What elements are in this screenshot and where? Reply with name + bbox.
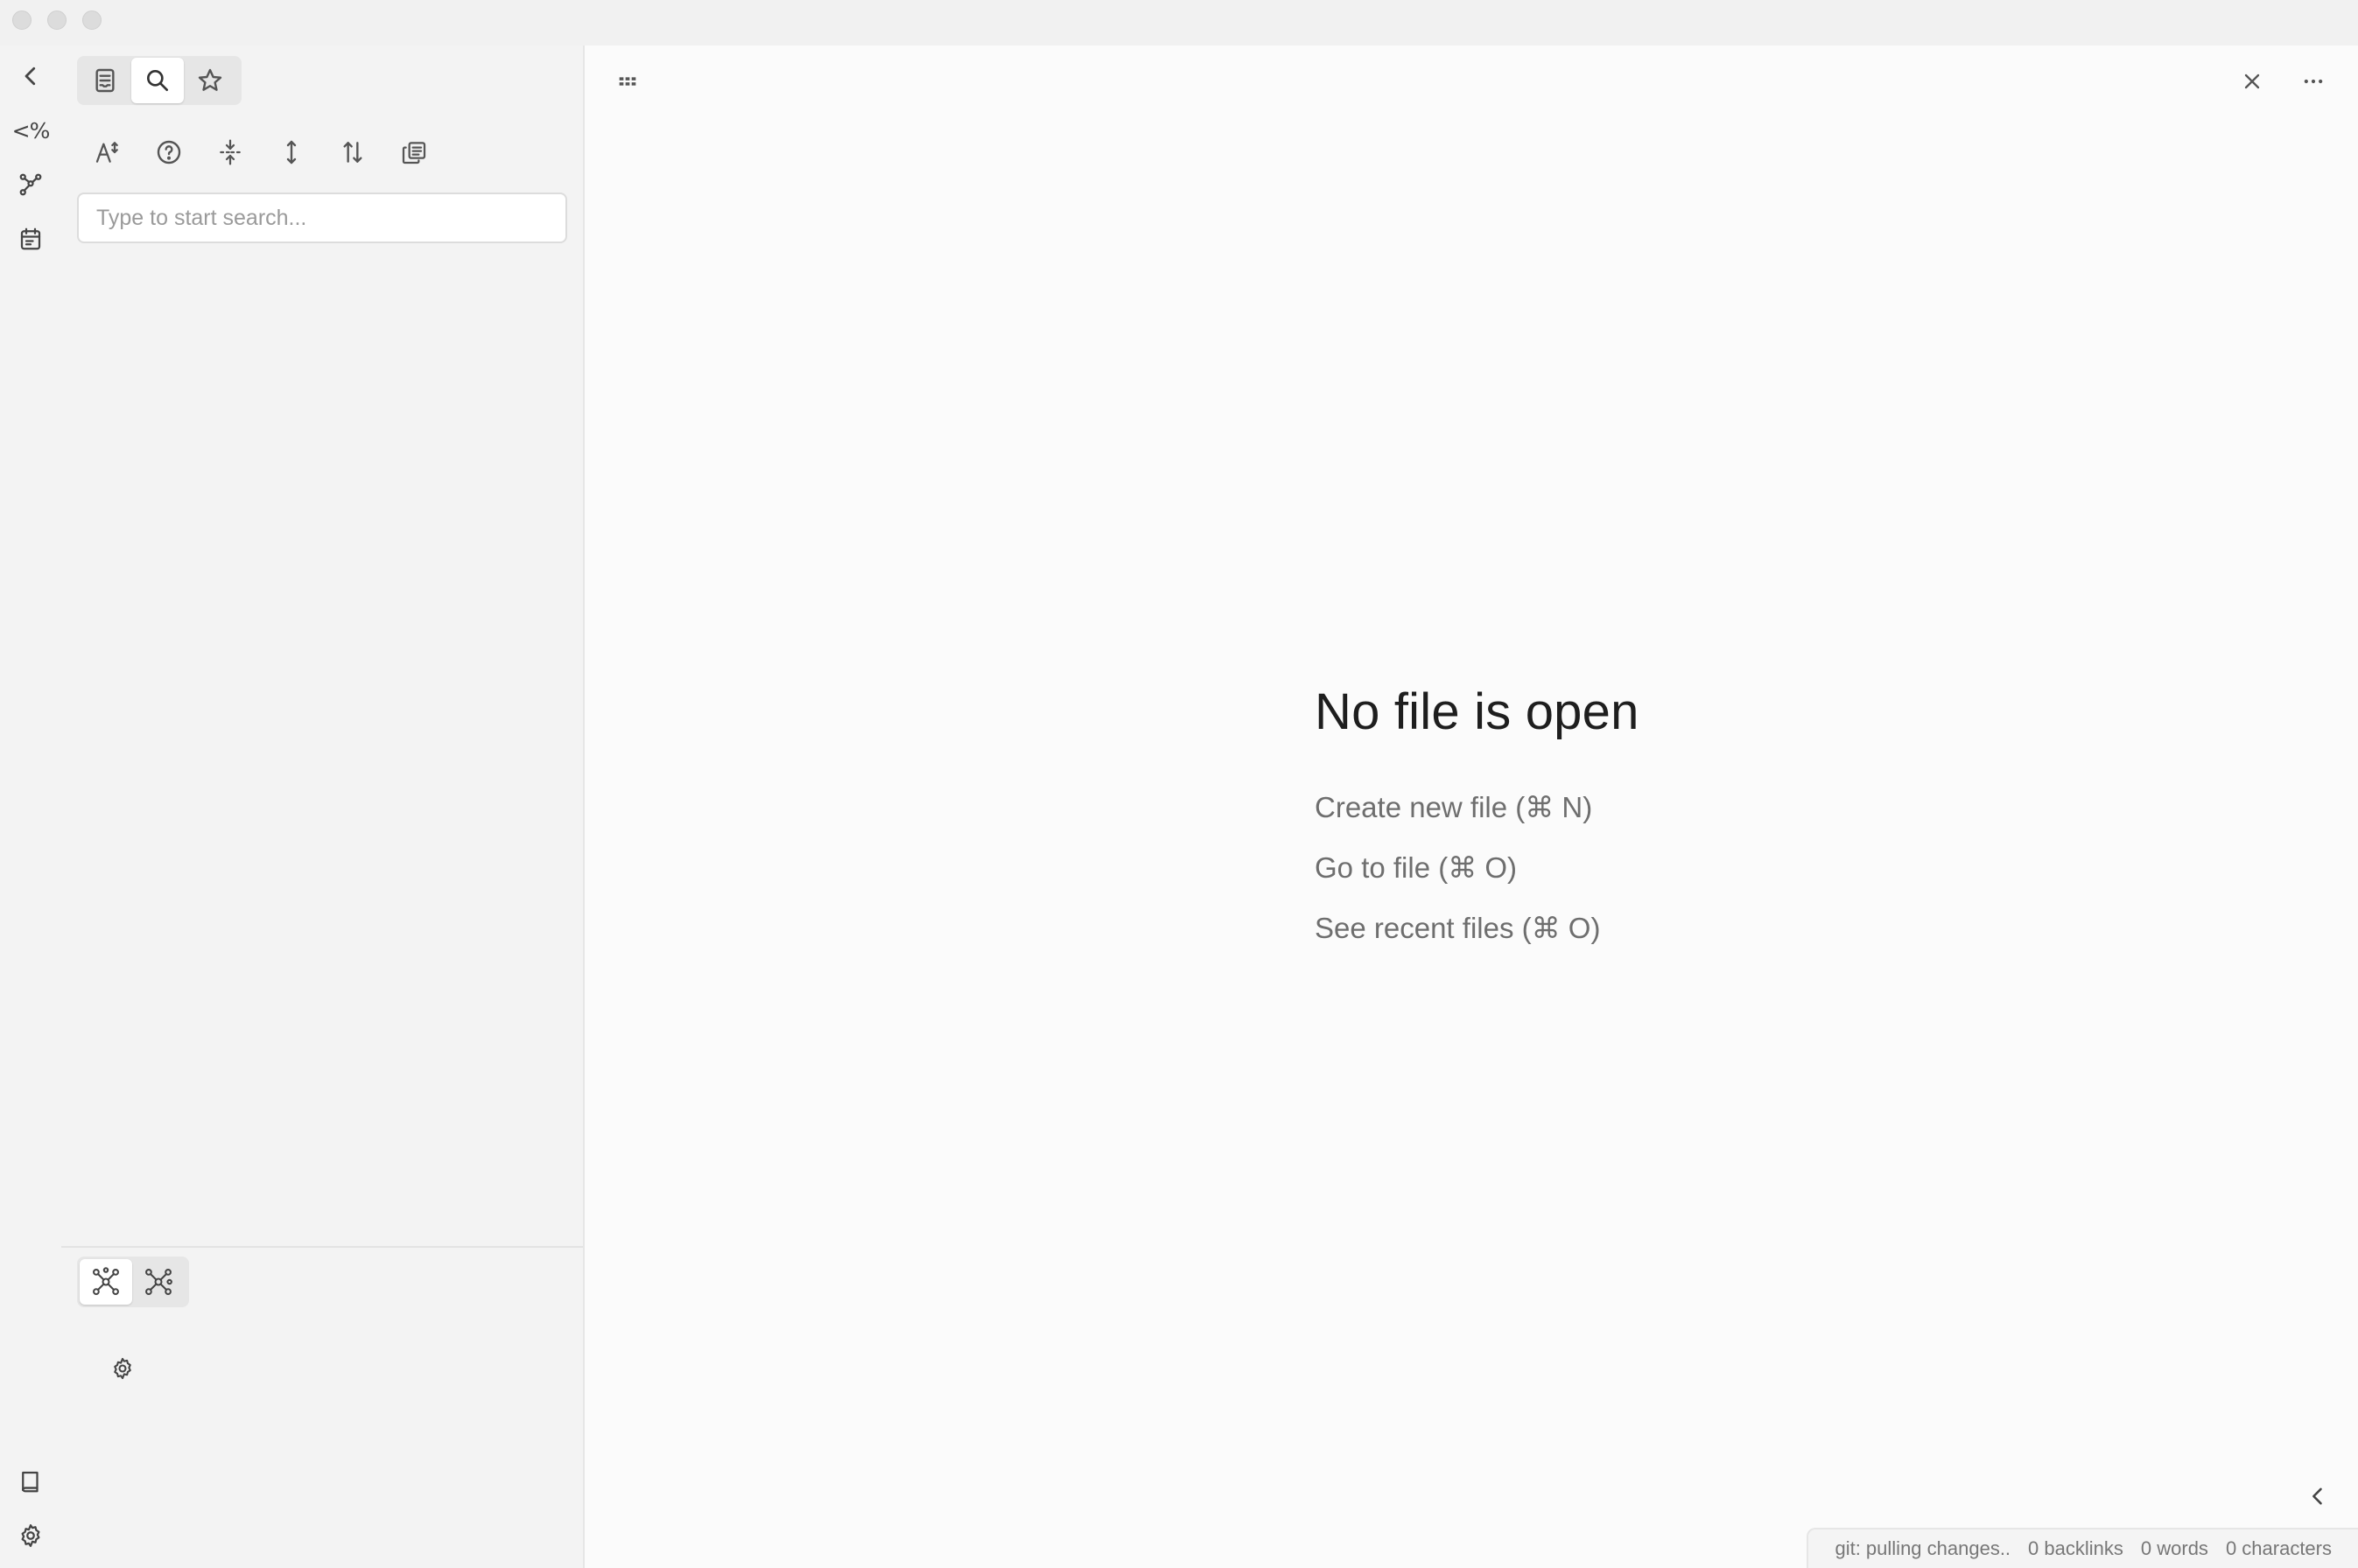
copy-icon [402, 142, 426, 164]
left-ribbon: <% [0, 46, 61, 1568]
more-horizontal-icon [2304, 79, 2323, 84]
tab-search[interactable] [131, 58, 184, 103]
files-icon [95, 68, 115, 93]
search-icon [147, 70, 168, 91]
tab-local-graph[interactable] [80, 1259, 132, 1305]
status-bar: git: pulling changes.. 0 backlinks 0 wor… [1807, 1528, 2358, 1568]
zoom-window-button[interactable] [82, 10, 102, 30]
explain-search-button[interactable] [138, 130, 200, 175]
settings-button[interactable] [12, 1517, 49, 1554]
star-icon [198, 68, 222, 91]
expand-vertical-icon [286, 140, 297, 164]
word-count: 0 words [2140, 1537, 2208, 1559]
chevron-left-icon [25, 66, 36, 86]
close-icon [2244, 74, 2260, 89]
tab-global-graph[interactable] [132, 1259, 185, 1305]
more-options-button[interactable] [2293, 61, 2333, 102]
create-new-file-link[interactable]: Create new file (⌘ N) [1315, 790, 1927, 824]
main-editor-area: No file is open Create new file (⌘ N) Go… [585, 46, 2358, 1568]
tab-file-explorer[interactable] [79, 58, 131, 103]
gear-icon [21, 1524, 40, 1547]
sort-icon [343, 142, 362, 163]
search-options-row [77, 130, 445, 175]
collapse-sidebar-button[interactable] [12, 58, 49, 94]
go-to-file-link[interactable]: Go to file (⌘ O) [1315, 850, 1927, 885]
title-bar [0, 0, 2358, 46]
left-sidebar [61, 46, 585, 1568]
gear-icon [114, 1357, 131, 1380]
graph-settings-button[interactable] [105, 1351, 140, 1386]
see-recent-files-link[interactable]: See recent files (⌘ O) [1315, 911, 1927, 945]
book-icon [22, 1471, 39, 1493]
backlinks-count[interactable]: 0 backlinks [2019, 1537, 2132, 1560]
chevron-left-icon [2312, 1488, 2322, 1505]
help-circle-icon [157, 140, 181, 164]
tab-list-button[interactable] [607, 61, 648, 102]
close-window-button[interactable] [12, 10, 32, 30]
tab-bookmarks[interactable] [184, 58, 236, 103]
local-graph-icon [93, 1267, 119, 1295]
empty-state: No file is open Create new file (⌘ N) Go… [1315, 682, 1927, 945]
character-count: 0 characters [2225, 1537, 2332, 1559]
daily-note-button[interactable] [12, 220, 49, 257]
copy-results-button[interactable] [383, 130, 445, 175]
match-case-button[interactable] [77, 130, 138, 175]
grid-dots-icon [619, 77, 636, 86]
show-more-context-button[interactable] [261, 130, 322, 175]
collapse-icon [220, 139, 241, 165]
app-window: <% Type to start search... No file is op… [0, 0, 2358, 1568]
graph-tab-group [77, 1256, 189, 1307]
collapse-results-button[interactable] [200, 130, 261, 175]
expand-right-sidebar-button[interactable] [2300, 1479, 2335, 1514]
sidebar-tab-group [77, 56, 242, 105]
close-tab-button[interactable] [2232, 61, 2272, 102]
vault-switcher-button[interactable] [12, 1463, 49, 1500]
calendar-icon [20, 228, 41, 250]
global-graph-icon [145, 1269, 172, 1295]
graph-view-button[interactable] [12, 166, 49, 203]
match-case-icon [95, 142, 118, 163]
sidebar-divider [61, 1246, 583, 1248]
graph-view-icon [19, 173, 42, 196]
templater-icon: <% [11, 117, 51, 144]
sort-button[interactable] [322, 130, 383, 175]
templater-button[interactable]: <% [11, 112, 51, 149]
empty-state-title: No file is open [1315, 683, 1639, 740]
git-status[interactable]: git: pulling changes.. [1826, 1537, 2019, 1560]
search-input[interactable] [77, 192, 567, 243]
minimize-window-button[interactable] [47, 10, 67, 30]
